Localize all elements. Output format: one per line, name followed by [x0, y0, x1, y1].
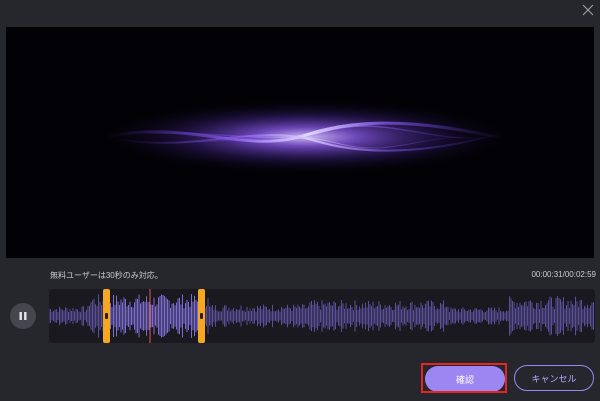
confirm-button[interactable]: 確認 [425, 366, 505, 392]
cancel-button[interactable]: キャンセル [514, 365, 594, 391]
close-icon [582, 4, 594, 16]
pause-icon [19, 312, 27, 320]
close-button[interactable] [577, 0, 599, 20]
trim-end-handle[interactable] [198, 289, 205, 343]
waveform [49, 289, 594, 343]
trim-info-row: 無料ユーザーは30秒のみ対応。 00:00:31/00:02:59 [50, 269, 598, 283]
free-user-notice: 無料ユーザーは30秒のみ対応。 [50, 271, 163, 280]
visualizer-preview [6, 27, 594, 258]
trim-start-handle[interactable] [103, 289, 110, 343]
audio-visualizer-glow [96, 99, 516, 175]
time-readout: 00:00:31/00:02:59 [531, 270, 596, 279]
waveform-track[interactable] [49, 289, 595, 343]
pause-button[interactable] [10, 303, 36, 329]
